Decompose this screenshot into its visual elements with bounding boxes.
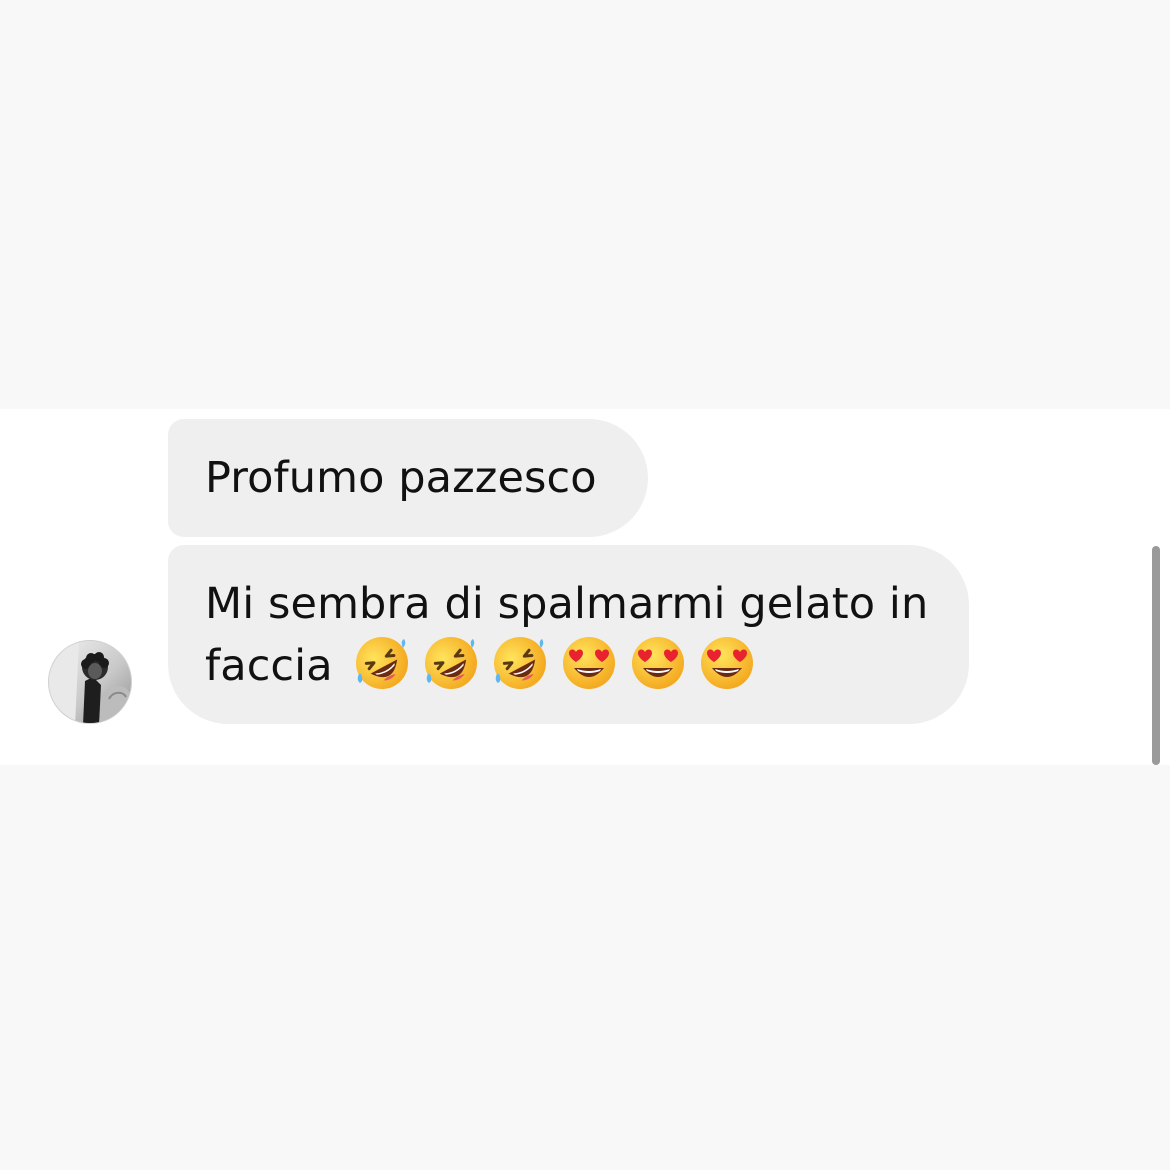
scrollbar[interactable] xyxy=(1152,546,1160,765)
message-text-line-1: Mi sembra di spalmarmi gelato in xyxy=(205,579,929,629)
heart-eyes-emoji xyxy=(698,634,756,692)
rofl-emoji xyxy=(491,634,549,692)
screenshot-page: Profumo pazzesco Mi sembra di spalmarmi … xyxy=(0,0,1170,1170)
message-text-line-2-text: faccia xyxy=(205,641,333,691)
chat-thread[interactable]: Profumo pazzesco Mi sembra di spalmarmi … xyxy=(0,409,1170,765)
heart-eyes-emoji xyxy=(560,634,618,692)
emoji-row xyxy=(333,637,756,691)
sender-avatar[interactable] xyxy=(48,640,132,724)
message-bubble[interactable]: Mi sembra di spalmarmi gelato in faccia xyxy=(168,545,969,724)
message-bubble[interactable]: Profumo pazzesco xyxy=(168,419,648,537)
rofl-emoji xyxy=(353,634,411,692)
rofl-emoji xyxy=(422,634,480,692)
message-text-line-2: faccia xyxy=(205,634,933,696)
heart-eyes-emoji xyxy=(629,634,687,692)
avatar-photo-icon xyxy=(49,641,131,723)
message-text: Profumo pazzesco xyxy=(205,453,597,503)
